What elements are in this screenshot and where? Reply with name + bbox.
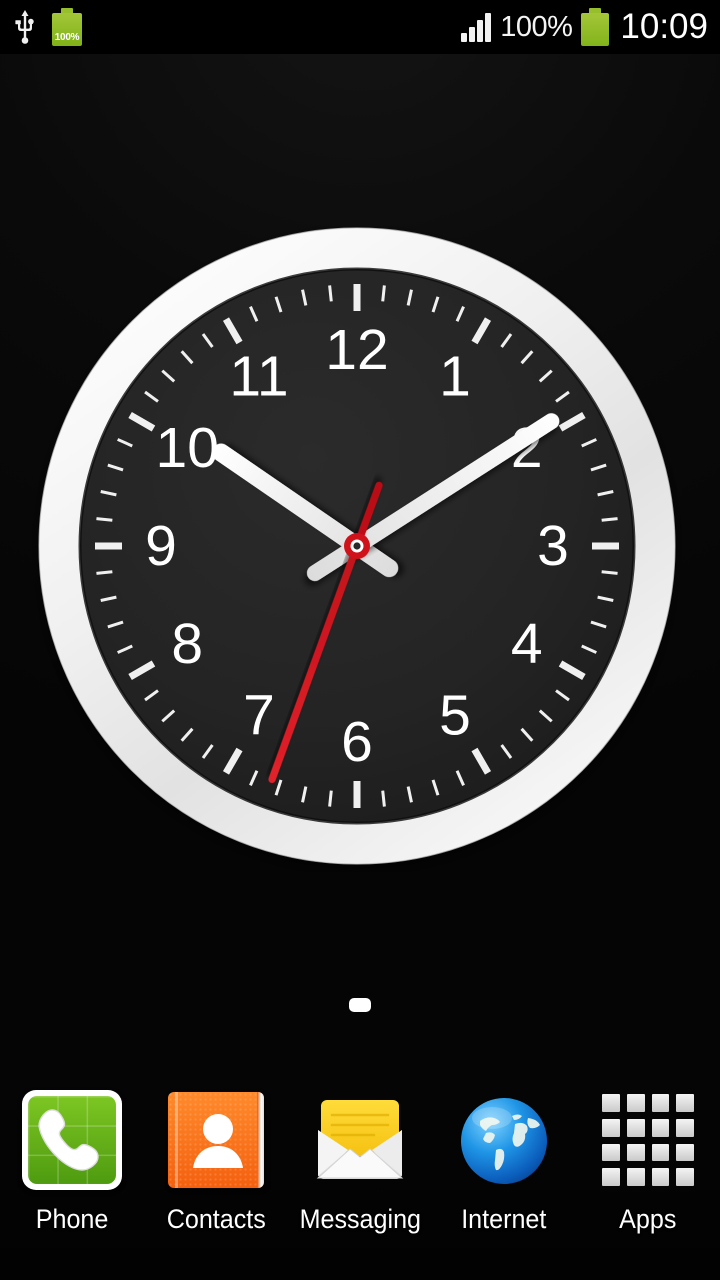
- apps-grid-cell: [651, 1118, 670, 1137]
- apps-grid-cell: [602, 1118, 620, 1137]
- status-bar-left-icons: 100%: [12, 8, 82, 46]
- page-dot-0[interactable]: [349, 998, 371, 1012]
- apps-grid-cell: [626, 1143, 645, 1162]
- phone-handset-icon[interactable]: [20, 1088, 124, 1192]
- apps-grid-cell: [651, 1094, 670, 1112]
- globe-icon[interactable]: [452, 1088, 556, 1192]
- battery-charging-percent: 100%: [54, 32, 80, 43]
- clock-numeral-9: 9: [145, 514, 177, 578]
- apps-grid-cell: [676, 1118, 694, 1137]
- apps-grid-cell: [676, 1094, 694, 1112]
- dock-item-contacts[interactable]: Contacts: [144, 1088, 288, 1234]
- clock-center-cap: [344, 533, 370, 559]
- status-bar-right-icons: 100% 10:09: [461, 7, 708, 47]
- clock-minute-tick: [601, 517, 618, 522]
- dock-label-messaging: Messaging: [299, 1204, 421, 1234]
- usb-icon: [12, 10, 38, 44]
- signal-bar-1: [461, 33, 468, 42]
- dock-bar: Phone Contacts Messaging Internet Apps: [0, 1075, 720, 1280]
- clock-minute-tick: [328, 790, 333, 807]
- apps-grid-cell: [626, 1094, 645, 1112]
- dock-label-internet: Internet: [461, 1204, 547, 1234]
- analog-clock-widget[interactable]: 12 1 2 3 4 5 6 7 8 9 10 11: [32, 226, 682, 872]
- clock-minute-tick: [328, 285, 333, 302]
- dock-label-apps: Apps: [619, 1204, 677, 1234]
- dock-item-phone[interactable]: Phone: [0, 1088, 144, 1234]
- signal-bar-4: [485, 13, 492, 42]
- clock-minute-tick: [381, 790, 386, 807]
- envelope-icon[interactable]: [308, 1088, 412, 1192]
- clock-numeral-3: 3: [537, 514, 569, 578]
- dock-label-phone: Phone: [35, 1204, 109, 1234]
- apps-grid-cell: [602, 1168, 620, 1186]
- clock-minute-tick: [601, 570, 618, 575]
- apps-grid-cell: [651, 1168, 670, 1186]
- home-screen-page-indicator[interactable]: [0, 998, 720, 1012]
- status-bar[interactable]: 100% 100% 10:09: [0, 0, 720, 54]
- clock-minute-tick: [96, 570, 113, 575]
- dock-item-apps[interactable]: Apps: [576, 1088, 720, 1234]
- clock-numeral-12: 12: [325, 318, 388, 382]
- dock-item-internet[interactable]: Internet: [432, 1088, 576, 1234]
- apps-grid-cell: [626, 1168, 645, 1186]
- apps-grid-cell: [602, 1094, 620, 1112]
- clock-numeral-4: 4: [511, 612, 543, 676]
- apps-grid-cell: [626, 1118, 645, 1137]
- battery-body: [581, 13, 610, 46]
- battery-icon: [581, 8, 610, 46]
- clock-numeral-7: 7: [243, 684, 275, 748]
- signal-bars-icon: [461, 12, 492, 42]
- clock-numeral-8: 8: [171, 612, 203, 676]
- apps-grid-cell: [676, 1168, 694, 1186]
- battery-charging-icon: 100%: [52, 8, 82, 46]
- clock-numeral-1: 1: [439, 344, 471, 408]
- battery-percent-text: 100%: [500, 10, 573, 43]
- apps-grid-cell: [676, 1143, 694, 1162]
- apps-grid-cell: [602, 1143, 620, 1162]
- dock-item-messaging[interactable]: Messaging: [288, 1088, 432, 1234]
- clock-numeral-10: 10: [156, 416, 219, 480]
- dock-label-contacts: Contacts: [166, 1204, 266, 1234]
- signal-bar-3: [477, 20, 484, 42]
- status-bar-clock: 10:09: [620, 7, 708, 46]
- contacts-book-icon[interactable]: [164, 1088, 268, 1192]
- clock-numeral-11: 11: [229, 344, 288, 408]
- apps-grid-cell: [651, 1143, 670, 1162]
- clock-numeral-6: 6: [341, 710, 373, 774]
- clock-minute-tick: [96, 517, 113, 522]
- apps-grid-icon[interactable]: [596, 1088, 700, 1192]
- signal-bar-2: [469, 27, 476, 42]
- clock-numeral-5: 5: [439, 684, 471, 748]
- clock-minute-tick: [381, 285, 386, 302]
